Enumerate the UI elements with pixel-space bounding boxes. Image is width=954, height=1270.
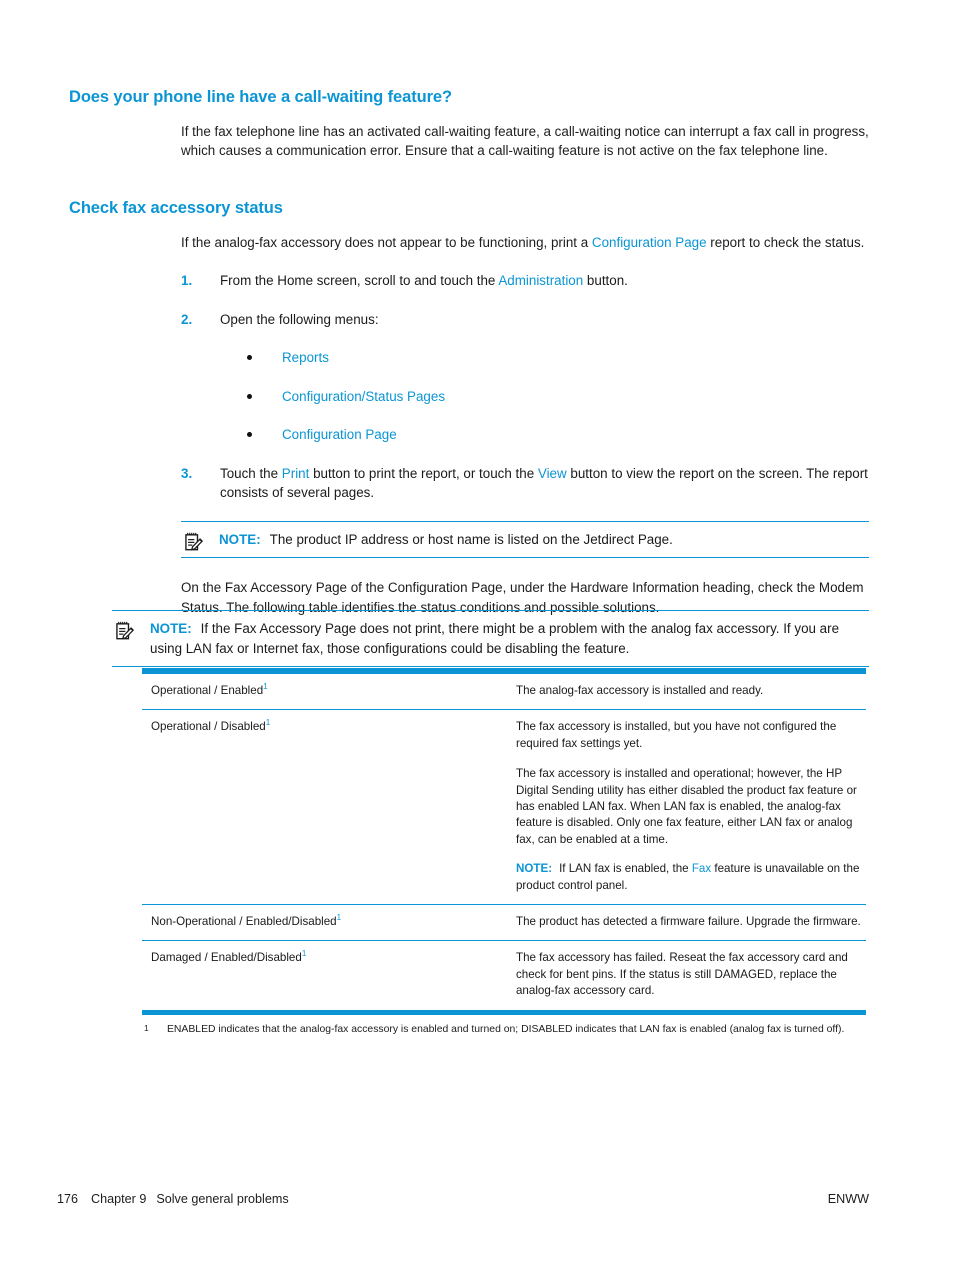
page-content: Does your phone line have a call-waiting… (69, 88, 869, 617)
note-label: NOTE: (515, 862, 553, 876)
cell-note: NOTE: If LAN fax is enabled, the Fax feat… (516, 861, 866, 894)
note-text: If the Fax Accessory Page does not print… (150, 621, 840, 656)
footnote-marker: 1 (301, 949, 307, 959)
table-row: Damaged / Enabled/Disabled1 The fax acce… (142, 941, 866, 1010)
fax-status-table: Operational / Enabled1 The analog-fax ac… (142, 674, 866, 1010)
footnote-marker: 1 (263, 682, 268, 692)
link-configuration-page[interactable]: Configuration Page (592, 235, 707, 250)
table-cell-description: The fax accessory has failed. Reseat the… (506, 941, 866, 1010)
link-administration[interactable]: Administration (498, 273, 583, 288)
table-footnote: 1 ENABLED indicates that the analog-fax … (142, 1023, 891, 1038)
table-cell-description: The product has detected a firmware fail… (505, 904, 866, 942)
step-text-before: From the Home screen, scroll to and touc… (220, 273, 499, 289)
table-cell-status: Operational / Disabled1 (142, 709, 506, 906)
section-heading-call-waiting: Does your phone line have a call-waiting… (69, 88, 452, 106)
paragraph-check-fax-intro: If the analog-fax accessory does not app… (181, 233, 869, 253)
menu-item-configuration-page: Configuration Page (282, 427, 397, 443)
ordered-step-list: 1. From the Home screen, scroll to and t… (181, 271, 869, 503)
note-box-jetdirect: NOTE: The product IP address or host name… (181, 520, 869, 559)
footnote-number: 1 (144, 1022, 149, 1033)
bullet-dot-icon (247, 355, 252, 361)
note-pad-pencil-icon (183, 531, 205, 553)
note-content: NOTE: If the Fax Accessory Page does not … (112, 619, 869, 658)
list-item[interactable]: Configuration/Status Pages (245, 387, 869, 407)
table-bottom-rule (142, 1009, 866, 1015)
intro-text-after: report to check the status. (706, 234, 865, 250)
status-value: Non-Operational / Enabled/Disabled (151, 915, 337, 929)
status-value: Damaged / Enabled/Disabled (151, 951, 302, 965)
status-value: Operational / Enabled (151, 684, 264, 697)
section-body-call-waiting: If the fax telephone line has an activat… (181, 122, 869, 161)
step-item-2: 2. Open the following menus: Reports Con… (181, 310, 869, 445)
note-text: The product IP address or host name is l… (269, 531, 673, 547)
table-cell-description: The analog-fax accessory is installed an… (505, 674, 866, 711)
list-item[interactable]: Reports (245, 348, 869, 368)
description-text: The analog-fax accessory is installed an… (515, 684, 764, 697)
table-cell-status: Damaged / Enabled/Disabled1 (142, 941, 506, 1010)
step-item-3: 3. Touch the Print button to print the r… (181, 464, 869, 503)
table-row: Operational / Enabled1 The analog-fax ac… (142, 674, 866, 711)
list-item[interactable]: Configuration Page (245, 425, 869, 445)
fax-status-table-wrap: Operational / Enabled1 The analog-fax ac… (142, 668, 866, 1037)
table-cell-description: The fax accessory is installed, but you … (505, 709, 866, 906)
bullet-dot-icon (247, 432, 252, 438)
link-fax[interactable]: Fax (692, 862, 711, 875)
footer-left: 176 Chapter 9 Solve general problems (57, 1192, 289, 1206)
link-view[interactable]: View (538, 466, 567, 481)
table-cell-status: Operational / Enabled1 (142, 674, 506, 711)
note-label: NOTE: (150, 621, 192, 636)
menu-item-configuration-status-pages: Configuration/Status Pages (282, 388, 446, 404)
footer-page-number: 176 (57, 1192, 79, 1206)
section-body-check-fax: If the analog-fax accessory does not app… (181, 233, 869, 253)
intro-text-before: If the analog-fax accessory does not app… (181, 234, 592, 250)
step-number: 1. (181, 273, 193, 289)
page-footer: 176 Chapter 9 Solve general problems ENWW (57, 1192, 869, 1206)
footnote-marker: 1 (336, 913, 342, 923)
bullet-dot-icon (247, 393, 252, 399)
note-pad-pencil-icon (114, 620, 136, 642)
table-row: Non-Operational / Enabled/Disabled1 The … (142, 904, 866, 942)
step-text-after: button. (583, 273, 628, 289)
footer-chapter-title: Solve general problems (156, 1192, 289, 1206)
footer-chapter: Chapter 9 (91, 1192, 147, 1206)
table-cell-status: Non-Operational / Enabled/Disabled1 (142, 904, 506, 942)
step-item-1: 1. From the Home screen, scroll to and t… (181, 271, 869, 291)
description-text: The product has detected a firmware fail… (515, 915, 861, 929)
step-text: Open the following menus: (220, 311, 379, 327)
footnote-text: ENABLED indicates that the analog-fax ac… (167, 1023, 845, 1035)
paragraph-call-waiting: If the fax telephone line has an activat… (181, 123, 869, 159)
step-number: 2. (181, 311, 193, 327)
menu-bullet-list: Reports Configuration/Status Pages Confi… (245, 348, 869, 445)
description-text: The fax accessory has failed. Reseat the… (515, 951, 848, 998)
menu-item-reports: Reports (282, 350, 329, 366)
status-value: Operational / Disabled (151, 720, 266, 734)
step-number: 3. (181, 465, 193, 481)
footer-right: ENWW (827, 1192, 869, 1206)
description-text-secondary: The fax accessory is installed and opera… (515, 767, 857, 846)
note-label: NOTE: (219, 531, 261, 547)
table-row: Operational / Disabled1 The fax accessor… (142, 709, 866, 906)
note-text-before: If LAN fax is enabled, the (559, 862, 692, 876)
link-print[interactable]: Print (282, 466, 310, 481)
note-content: NOTE: The product IP address or host name… (181, 530, 869, 553)
step-text-before: Touch the (220, 465, 282, 481)
step-text-mid: button to print the report, or touch the (309, 465, 538, 481)
document-page: Does your phone line have a call-waiting… (0, 0, 954, 1270)
description-text: The fax accessory is installed, but you … (515, 720, 837, 750)
section-heading-check-fax-accessory-status: Check fax accessory status (69, 198, 283, 217)
footnote-marker: 1 (265, 718, 271, 728)
note-box-fax-accessory-page: NOTE: If the Fax Accessory Page does not … (112, 610, 869, 667)
